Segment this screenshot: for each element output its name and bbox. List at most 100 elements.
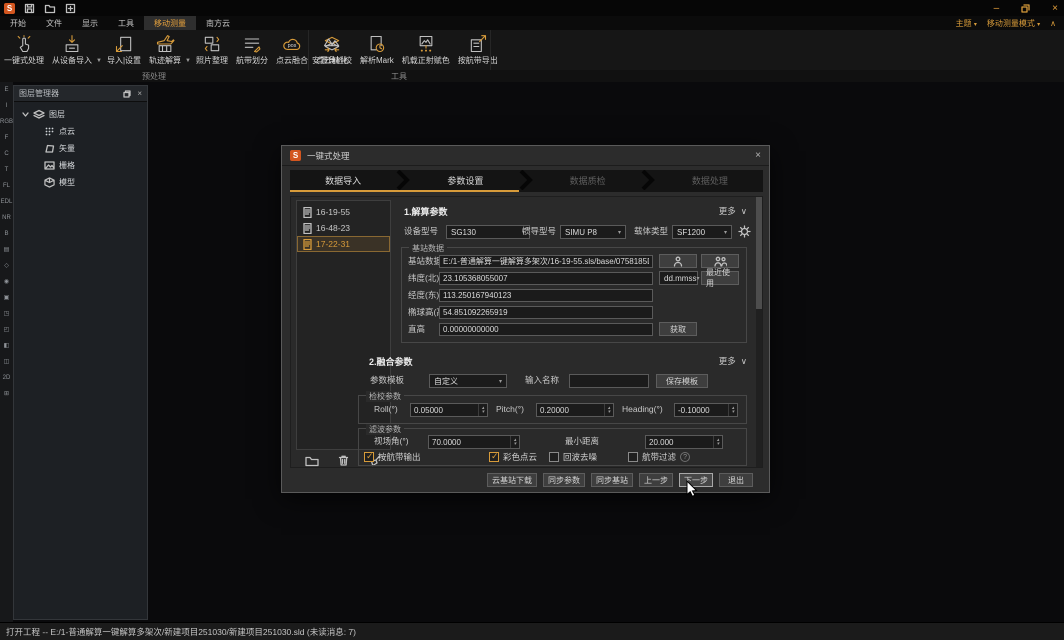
latitude-input[interactable] (439, 272, 653, 285)
checkbox-icon[interactable] (364, 452, 374, 462)
spinner-arrows-icon[interactable]: ▴▾ (478, 404, 487, 416)
menu-display[interactable]: 显示 (72, 16, 108, 30)
checkbox-strip-filter[interactable]: 航带过滤? (628, 451, 690, 463)
sync-base-button[interactable]: 同步基站 (591, 473, 633, 487)
section1-more-button[interactable]: 更多∨ (719, 205, 747, 217)
airborne-ortho-color-button[interactable]: 机载正射赋色 (398, 30, 454, 70)
dialog-scrollbar[interactable] (756, 197, 762, 467)
spinner-arrows-icon[interactable]: ▴▾ (604, 404, 613, 416)
b-display-icon[interactable]: B (4, 230, 8, 238)
cube-left-view-icon[interactable]: ◰ (4, 326, 10, 334)
layer-tree-root[interactable]: 图层 (14, 106, 147, 123)
view-2d-icon[interactable]: 2D (3, 374, 11, 382)
exit-button[interactable]: 退出 (719, 473, 753, 487)
photo-organize-button[interactable]: 照片整理 (192, 30, 232, 70)
ellipsoid-height-input[interactable] (439, 306, 653, 319)
spinner-arrows-icon[interactable]: ▴▾ (510, 436, 519, 448)
checkbox-echo-denoise[interactable]: 回波去噪 (549, 451, 597, 463)
export-by-strip-button[interactable]: 按航带导出 (454, 30, 502, 70)
vertical-height-input[interactable] (439, 323, 653, 336)
prism-view-icon[interactable]: ◇ (4, 262, 9, 270)
dialog-close-button[interactable]: × (755, 150, 761, 161)
cube-iso-view-icon[interactable]: ◫ (4, 358, 10, 366)
layer-item-raster[interactable]: 栅格 (14, 157, 147, 174)
pitch-spinner[interactable]: ▴▾ (536, 403, 614, 417)
roll-spinner[interactable]: ▴▾ (410, 403, 488, 417)
longitude-input[interactable] (439, 289, 653, 302)
t-display-icon[interactable]: T (5, 166, 9, 174)
device-model-select[interactable]: SG130▾ (446, 225, 530, 239)
base-data-input[interactable] (439, 255, 653, 268)
tab-data-qc[interactable]: 数据质检 (535, 170, 641, 192)
e-display-icon[interactable]: E (4, 86, 8, 94)
parse-mark-button[interactable]: 解析Mark (356, 30, 398, 70)
mode-dropdown[interactable]: 移动测量模式 ▾ (987, 18, 1040, 29)
float-panel-icon[interactable] (123, 90, 131, 98)
theme-dropdown[interactable]: 主题 ▾ (956, 18, 977, 29)
f-display-icon[interactable]: F (5, 134, 9, 142)
fov-spinner[interactable]: ▴▾ (428, 435, 520, 449)
pointcloud-fusion-button[interactable]: pos 点云融合 (272, 30, 312, 70)
delete-icon[interactable] (337, 454, 350, 467)
sync-params-button[interactable]: 同步参数 (543, 473, 585, 487)
tab-data-process[interactable]: 数据处理 (657, 170, 763, 192)
fl-display-icon[interactable]: FL (3, 182, 10, 190)
flight-item-selected[interactable]: 17-22-31 (297, 236, 390, 252)
open-folder-icon[interactable] (44, 3, 56, 14)
layer-item-model[interactable]: 模型 (14, 174, 147, 191)
flight-item[interactable]: 16-19-55 (297, 204, 390, 220)
flight-item[interactable]: 16-48-23 (297, 220, 390, 236)
dialog-titlebar[interactable]: S 一键式处理 × (282, 146, 769, 166)
menu-tools[interactable]: 工具 (108, 16, 144, 30)
get-height-button[interactable]: 获取 (659, 322, 697, 336)
imu-model-select[interactable]: SIMU P8▾ (560, 225, 626, 239)
scrollbar-thumb[interactable] (756, 197, 762, 309)
gear-icon[interactable] (738, 225, 751, 238)
close-button[interactable]: × (1052, 3, 1058, 14)
menu-mobile-survey[interactable]: 移动测量 (144, 16, 196, 30)
nr-display-icon[interactable]: NR (2, 214, 11, 222)
layer-item-vector[interactable]: 矢量 (14, 140, 147, 157)
layer-item-pointcloud[interactable]: 点云 (14, 123, 147, 140)
grid-view-icon[interactable]: ▤ (4, 246, 10, 254)
menu-south-cloud[interactable]: 南方云 (196, 16, 240, 30)
tab-parameter-settings[interactable]: 参数设置 (412, 170, 518, 192)
min-distance-spinner[interactable]: ▴▾ (645, 435, 723, 449)
pan-hand-icon[interactable]: ◉ (4, 278, 9, 286)
spinner-arrows-icon[interactable]: ▴▾ (728, 404, 737, 416)
multi-base-button[interactable] (701, 254, 739, 268)
save-template-button[interactable]: 保存模板 (656, 374, 708, 388)
trajectory-solve-button[interactable]: 轨迹解算 (145, 30, 185, 70)
strip-divide-button[interactable]: 航带划分 (232, 30, 272, 70)
single-base-button[interactable] (659, 254, 697, 268)
checkbox-color-pointcloud[interactable]: 彩色点云 (489, 451, 537, 463)
spinner-arrows-icon[interactable]: ▴▾ (713, 436, 722, 448)
template-name-input[interactable] (569, 374, 649, 388)
param-template-select[interactable]: 自定义▾ (429, 374, 507, 388)
cube-view-icon[interactable]: ▣ (4, 294, 10, 302)
recent-used-button[interactable]: 最近使用 (701, 271, 739, 285)
cloud-base-download-button[interactable]: 云基站下载 (487, 473, 537, 487)
cube-top-view-icon[interactable]: ◳ (4, 310, 10, 318)
dropdown-arrow-icon[interactable]: ▼ (185, 30, 192, 70)
section2-more-button[interactable]: 更多∨ (719, 355, 747, 367)
open-folder-icon[interactable] (305, 455, 319, 467)
minimize-button[interactable]: – (994, 3, 1000, 14)
restore-button[interactable] (1021, 4, 1030, 13)
collapse-ribbon-icon[interactable]: ∧ (1050, 19, 1056, 28)
dropdown-arrow-icon[interactable]: ▼ (96, 30, 103, 70)
new-project-icon[interactable] (65, 3, 76, 14)
one-click-process-button[interactable]: 一键式处理 (0, 30, 48, 70)
add-view-icon[interactable]: ⊞ (4, 390, 9, 398)
help-icon[interactable]: ? (680, 452, 690, 462)
menu-start[interactable]: 开始 (0, 16, 36, 30)
c-display-icon[interactable]: C (4, 150, 8, 158)
menu-file[interactable]: 文件 (36, 16, 72, 30)
checkbox-output-by-strip[interactable]: 按航带输出 (364, 451, 421, 463)
save-icon[interactable] (24, 3, 35, 14)
import-settings-button[interactable]: 导入|设置 (103, 30, 145, 70)
coord-format-select[interactable]: dd.mmss▾ (659, 271, 698, 285)
mount-angle-calibration-button[interactable]: 安置角检校 (308, 30, 356, 70)
device-import-button[interactable]: 从设备导入 (48, 30, 96, 70)
checkbox-icon[interactable] (628, 452, 638, 462)
